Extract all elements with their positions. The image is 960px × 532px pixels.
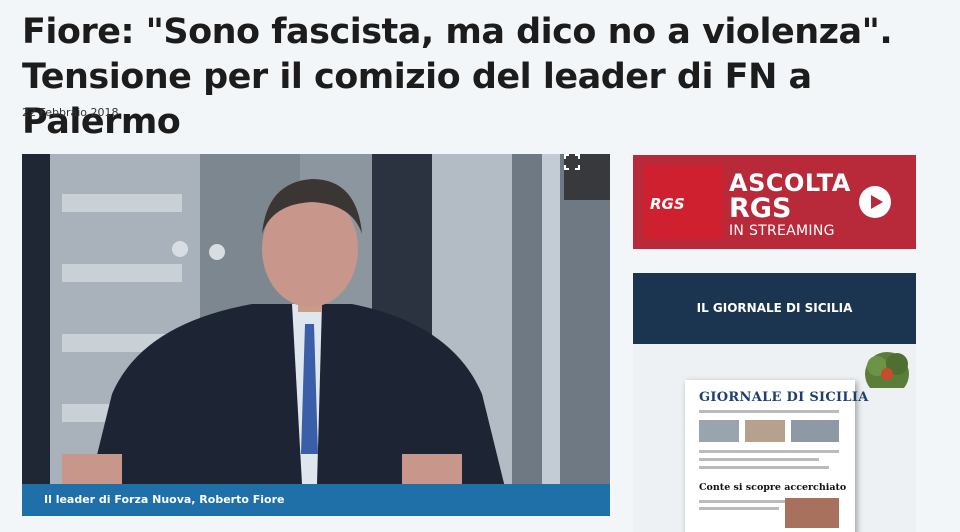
newspaper-masthead: GIORNALE DI SICILIA [699, 390, 869, 405]
article-title: Fiore: "Sono fascista, ma dico no a viol… [22, 12, 893, 142]
photo-illustration [22, 154, 610, 516]
photo-caption: Il leader di Forza Nuova, Roberto Fiore [22, 484, 610, 516]
article-date: 22 Febbraio 2018 [22, 106, 119, 119]
expand-icon [564, 154, 580, 170]
newspaper-preview[interactable]: GIORNALE DI SICILIA Conte si scopre acce… [633, 344, 916, 532]
newspaper-front-page[interactable]: GIORNALE DI SICILIA Conte si scopre acce… [685, 380, 868, 532]
article-photo[interactable]: Il leader di Forza Nuova, Roberto Fiore [22, 154, 610, 516]
rgs-logo-text: RGS [650, 195, 685, 213]
rgs-streaming-banner[interactable]: RGS ASCOLTA RGS IN STREAMING [633, 155, 916, 249]
banner-line-rgs: RGS [729, 193, 792, 224]
fullscreen-button[interactable] [564, 154, 610, 200]
banner-line-streaming: IN STREAMING [729, 223, 835, 239]
plant-decoration [865, 352, 909, 388]
newspaper-headline: Conte si scopre accerchiato [699, 482, 847, 493]
newspaper-header[interactable]: IL GIORNALE DI SICILIA [633, 273, 916, 344]
play-icon[interactable] [859, 186, 891, 218]
